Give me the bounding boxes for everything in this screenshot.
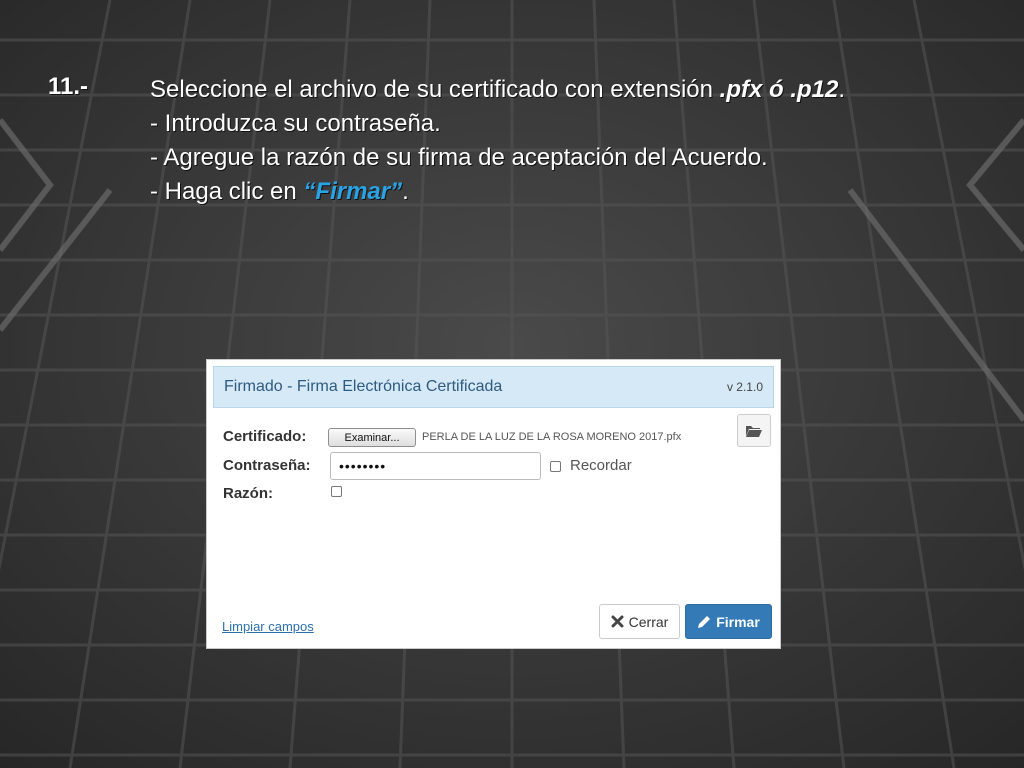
pencil-icon [698, 615, 711, 628]
dialog-header: Firmado - Firma Electrónica Certificada … [213, 366, 774, 408]
sign-button-label: Firmar [716, 613, 760, 630]
dialog-title: Firmado - Firma Electrónica Certificada [224, 378, 503, 395]
instruction-text: - Haga clic en [150, 178, 304, 205]
sign-emphasis-text: “Firmar” [303, 178, 403, 205]
instruction-click-sign: - Haga clic en “Firmar”. [150, 175, 845, 209]
certificate-label: Certificado: [223, 428, 307, 445]
version-label: v 2.1.0 [726, 380, 763, 394]
times-icon [611, 615, 624, 628]
instruction-password: - Introduzca su contraseña. [150, 110, 441, 137]
instruction-list: Seleccione el archivo de su certificado … [150, 73, 845, 209]
password-label: Contraseña: [223, 457, 311, 474]
instruction-select-file: Seleccione el archivo de su certificado … [150, 73, 845, 107]
instruction-text: Seleccione el archivo de su certificado … [150, 76, 720, 103]
sign-button[interactable]: Firmar [685, 604, 772, 639]
open-folder-button[interactable] [737, 414, 771, 447]
clear-fields-link[interactable]: Limpiar campos [222, 619, 314, 634]
step-number: 11.- [48, 73, 89, 100]
file-extension-text: .pfx ó .p12 [719, 76, 839, 103]
remember-checkbox[interactable] [550, 461, 561, 472]
browse-button[interactable]: Examinar... [328, 428, 416, 447]
punctuation: . [402, 178, 409, 205]
reason-label: Razón: [223, 485, 273, 502]
password-input[interactable] [330, 452, 541, 480]
folder-open-icon [746, 426, 762, 437]
instruction-reason: - Agregue la razón de su firma de acepta… [150, 144, 768, 171]
selected-file-name: PERLA DE LA LUZ DE LA ROSA MORENO 2017.p… [422, 431, 682, 443]
close-button[interactable]: Cerrar [599, 604, 680, 639]
punctuation: . [838, 76, 846, 103]
close-button-label: Cerrar [628, 613, 669, 630]
signature-dialog: Firmado - Firma Electrónica Certificada … [206, 359, 781, 649]
remember-label: Recordar [570, 457, 632, 474]
reason-checkbox[interactable] [331, 486, 342, 497]
